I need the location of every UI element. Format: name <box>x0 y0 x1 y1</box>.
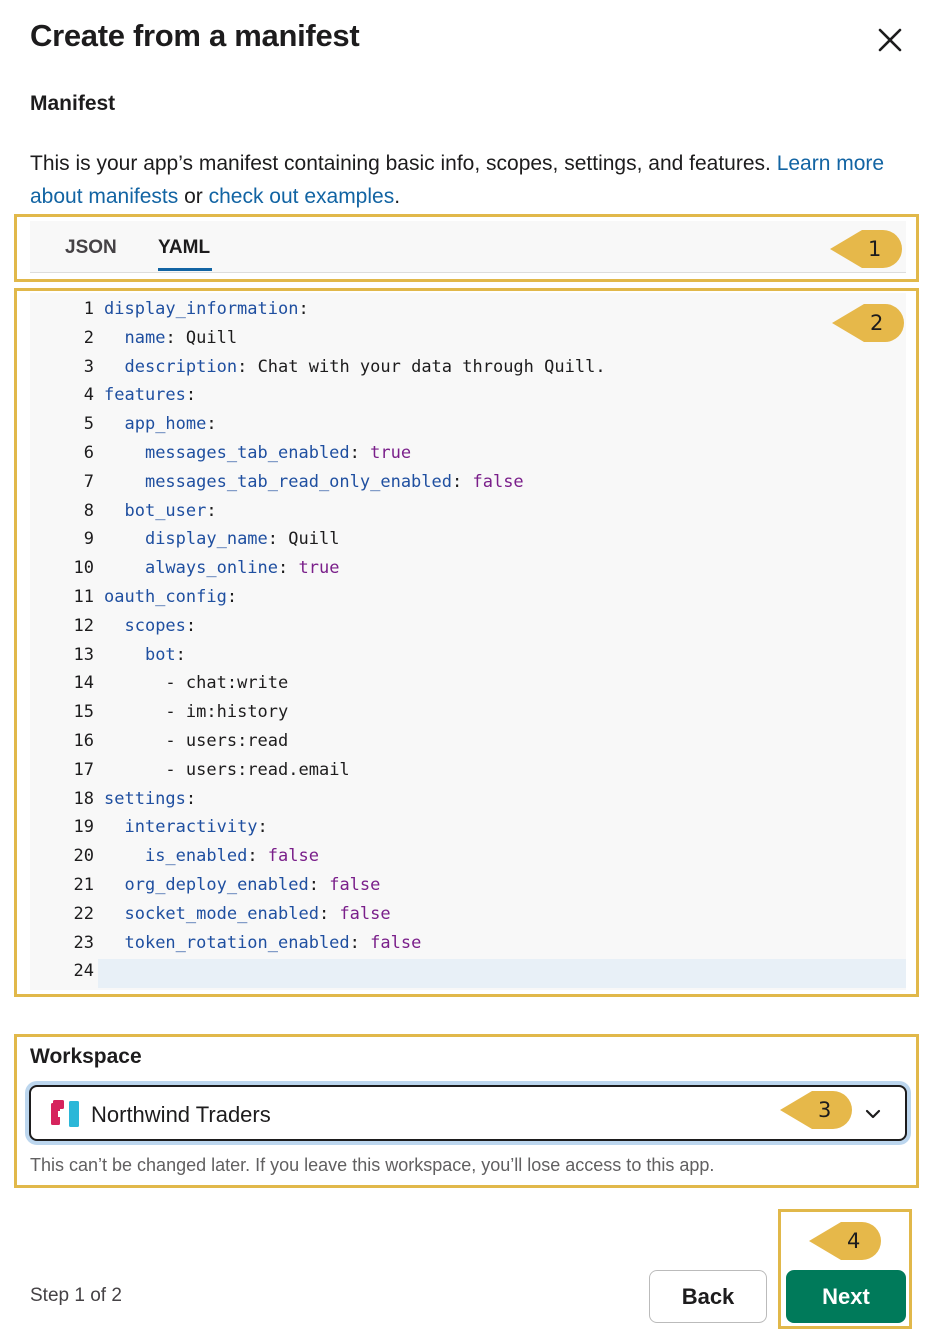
examples-link[interactable]: check out examples <box>209 185 395 208</box>
description-period: . <box>394 185 401 208</box>
annotation-marker-4: 4 <box>807 1220 883 1262</box>
highlight-box-tabs <box>14 214 919 282</box>
close-icon[interactable] <box>872 22 908 58</box>
callout-pointer-icon <box>780 1091 852 1129</box>
callout-pointer-icon <box>809 1222 881 1260</box>
description-text: This is your app’s manifest containing b… <box>30 152 777 175</box>
manifest-label: Manifest <box>30 92 116 115</box>
annotation-marker-2: 2 <box>830 302 906 344</box>
annotation-number: 4 <box>847 1229 861 1253</box>
dialog-title: Create from a manifest <box>30 18 360 53</box>
back-button[interactable]: Back <box>649 1270 767 1323</box>
annotation-marker-3: 3 <box>778 1089 854 1131</box>
manifest-description: This is your app’s manifest containing b… <box>30 147 910 213</box>
annotation-marker-1: 1 <box>828 228 904 270</box>
highlight-box-editor <box>14 288 919 997</box>
callout-pointer-icon <box>832 304 904 342</box>
annotation-number: 3 <box>818 1098 832 1122</box>
annotation-number: 1 <box>868 237 882 261</box>
callout-pointer-icon <box>830 230 902 268</box>
or-text: or <box>178 185 209 208</box>
step-indicator: Step 1 of 2 <box>30 1285 122 1306</box>
annotation-number: 2 <box>870 311 884 335</box>
